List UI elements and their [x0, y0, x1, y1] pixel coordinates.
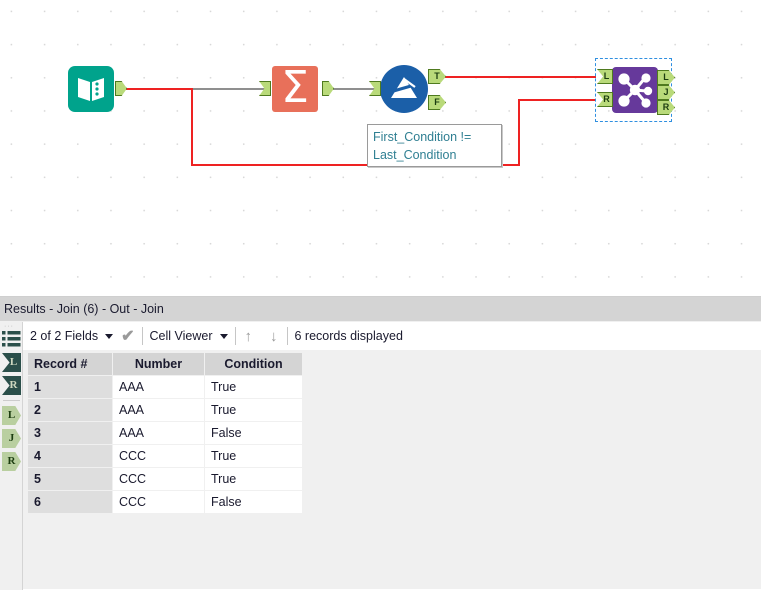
column-header-record[interactable]: Record # — [28, 353, 112, 375]
table-row[interactable]: 5 CCC True — [28, 468, 302, 490]
text-input-tool[interactable] — [68, 66, 114, 112]
cell-number[interactable]: CCC — [113, 491, 204, 513]
results-panel: Results - Join (6) - Out - Join ··· L R … — [0, 296, 761, 590]
cell-condition[interactable]: True — [205, 468, 302, 490]
cell-number[interactable]: AAA — [113, 399, 204, 421]
annotation-line-2: Last_Condition — [373, 148, 457, 162]
wire-textinput-branch-top[interactable] — [123, 88, 193, 90]
cell-condition[interactable]: True — [205, 399, 302, 421]
table-row[interactable]: 6 CCC False — [28, 491, 302, 513]
table-row[interactable]: 3 AAA False — [28, 422, 302, 444]
cell-record: 5 — [28, 468, 112, 490]
wire-into-join-right[interactable] — [518, 99, 596, 101]
table-row[interactable]: 4 CCC True — [28, 445, 302, 467]
cell-condition[interactable]: True — [205, 376, 302, 398]
check-icon[interactable]: ✔ — [121, 326, 134, 346]
rail-output-left[interactable]: L — [2, 406, 21, 425]
cell-record: 1 — [28, 376, 112, 398]
funnel-icon — [389, 77, 419, 98]
cell-number[interactable]: AAA — [113, 422, 204, 444]
summarize-tool[interactable]: Σ — [272, 61, 318, 113]
rail-input-left[interactable]: L — [2, 353, 21, 372]
wire-textinput-branch-down[interactable] — [191, 88, 193, 165]
table-header-row: Record # Number Condition — [28, 353, 302, 375]
annotation-line-1: First_Condition != — [373, 130, 472, 144]
list-icon[interactable] — [2, 330, 21, 348]
join-tool[interactable] — [612, 67, 658, 113]
join-output-left-anchor[interactable]: L — [657, 70, 675, 85]
rail-input-right[interactable]: R — [2, 376, 21, 395]
filter-false-anchor[interactable]: F — [428, 95, 446, 110]
records-count: 6 records displayed — [294, 329, 403, 343]
cell-number[interactable]: CCC — [113, 468, 204, 490]
results-toolbar: 2 of 2 Fields ✔ Cell Viewer ↑ ↓ 6 record… — [23, 322, 761, 350]
table-row[interactable]: 2 AAA True — [28, 399, 302, 421]
fields-label: 2 of 2 Fields — [30, 329, 99, 343]
results-title: Results - Join (6) - Out - Join — [0, 297, 761, 321]
wire-branch-up-to-join[interactable] — [518, 99, 520, 165]
cell-record: 2 — [28, 399, 112, 421]
rail-dots-icon: ··· — [4, 323, 14, 330]
summarize-output-anchor[interactable] — [322, 81, 334, 96]
chevron-down-icon[interactable] — [105, 333, 114, 339]
column-header-number[interactable]: Number — [113, 353, 204, 375]
scroll-up-icon[interactable]: ↑ — [236, 328, 262, 345]
wire-filter-true-to-join-left[interactable] — [442, 76, 596, 78]
rail-output-join[interactable]: J — [2, 429, 21, 448]
cell-condition[interactable]: False — [205, 491, 302, 513]
cell-record: 6 — [28, 491, 112, 513]
filter-true-anchor[interactable]: T — [428, 69, 446, 84]
sigma-icon: Σ — [281, 61, 309, 113]
cell-viewer-selector[interactable]: Cell Viewer — [143, 322, 235, 350]
fields-selector[interactable]: 2 of 2 Fields ✔ — [23, 322, 142, 350]
join-output-join-anchor[interactable]: J — [657, 85, 675, 100]
cell-condition[interactable]: False — [205, 422, 302, 444]
workflow-canvas[interactable]: Σ T F L R L J R First_Condition != Last_… — [0, 0, 761, 296]
chevron-down-icon[interactable] — [219, 333, 228, 339]
cell-viewer-label: Cell Viewer — [149, 329, 213, 343]
wire-summarize-to-filter[interactable] — [330, 88, 377, 90]
filter-tool[interactable] — [380, 65, 428, 113]
scroll-down-icon[interactable]: ↓ — [261, 328, 287, 345]
book-icon — [78, 78, 104, 101]
cell-record: 4 — [28, 445, 112, 467]
cell-record: 3 — [28, 422, 112, 444]
table-row[interactable]: 1 AAA True — [28, 376, 302, 398]
cell-number[interactable]: CCC — [113, 445, 204, 467]
cell-condition[interactable]: True — [205, 445, 302, 467]
column-header-condition[interactable]: Condition — [205, 353, 302, 375]
rail-divider — [3, 400, 20, 401]
results-left-rail[interactable]: ··· L R L J R — [0, 322, 23, 590]
join-output-right-anchor[interactable]: R — [657, 100, 675, 115]
annotation-box[interactable]: First_Condition != Last_Condition — [367, 124, 502, 167]
rail-output-right[interactable]: R — [2, 452, 21, 471]
network-icon — [618, 73, 653, 108]
results-table[interactable]: Record # Number Condition 1 AAA True 2 A… — [27, 352, 303, 514]
cell-number[interactable]: AAA — [113, 376, 204, 398]
text-input-output-anchor[interactable] — [115, 81, 127, 96]
